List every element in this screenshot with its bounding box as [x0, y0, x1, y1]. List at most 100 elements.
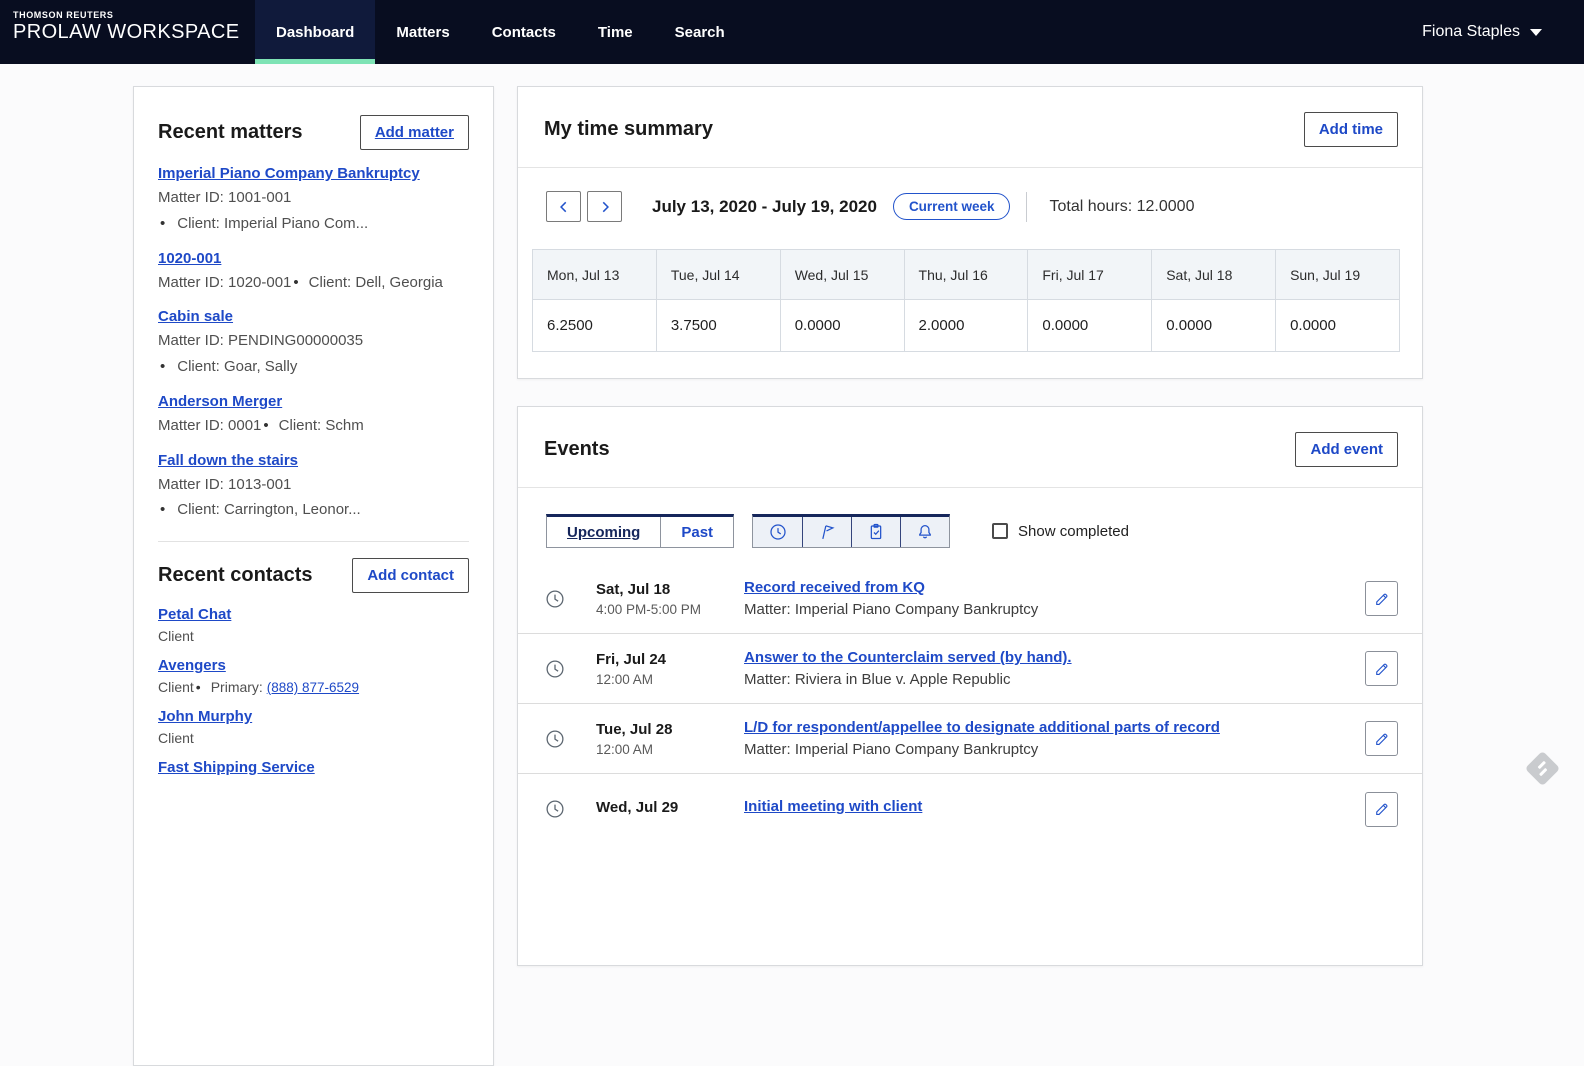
brand-logo: THOMSON REUTERS PROLAW WORKSPACE [0, 0, 243, 64]
contact-list-item: Petal Chat Client [158, 606, 469, 644]
sidebar: Recent matters Add matter Imperial Piano… [133, 86, 494, 1066]
filter-flagged-button[interactable] [802, 517, 851, 547]
time-day-hours: 0.0000 [1276, 300, 1400, 352]
contact-name-link[interactable]: John Murphy [158, 708, 252, 725]
user-name: Fiona Staples [1422, 23, 1520, 41]
contact-meta: ClientPrimary: (888) 877-6529 [158, 679, 469, 695]
current-week-badge: Current week [893, 193, 1011, 220]
time-day-header: Fri, Jul 17 [1028, 250, 1152, 300]
clipboard-check-icon [866, 522, 886, 542]
event-title-link[interactable]: Record received from KQ [744, 579, 925, 596]
brand-prolaw-workspace: PROLAW WORKSPACE [13, 21, 243, 44]
chevron-right-icon [598, 200, 612, 214]
recent-contacts-title: Recent contacts [158, 564, 313, 587]
contact-list-item: John Murphy Client [158, 708, 469, 746]
user-menu[interactable]: Fiona Staples [1422, 0, 1584, 64]
events-title: Events [544, 438, 610, 461]
time-day-header: Tue, Jul 14 [656, 250, 780, 300]
contact-name-link[interactable]: Avengers [158, 657, 226, 674]
event-datetime: Sat, Jul 18 4:00 PM-5:00 PM [596, 581, 744, 617]
matter-client: Client: Goar, Sally [158, 356, 469, 378]
add-contact-button[interactable]: Add contact [352, 558, 469, 593]
matter-meta: Matter ID: 1013-001 [158, 474, 469, 496]
event-title-link[interactable]: Answer to the Counterclaim served (by ha… [744, 649, 1072, 666]
nav-tab-contacts[interactable]: Contacts [471, 0, 577, 64]
phone-link[interactable]: (888) 877-6529 [267, 680, 359, 695]
filter-appointments-button[interactable] [753, 517, 802, 547]
pencil-icon [1373, 730, 1391, 748]
event-date: Tue, Jul 28 [596, 721, 744, 738]
pencil-icon [1373, 590, 1391, 608]
tab-past[interactable]: Past [660, 517, 733, 547]
time-day-hours: 2.0000 [904, 300, 1028, 352]
events-list: Sat, Jul 18 4:00 PM-5:00 PM Record recei… [518, 564, 1422, 844]
nav-tabs: DashboardMattersContactsTimeSearch [255, 0, 746, 64]
matter-list-item: Imperial Piano Company Bankruptcy Matter… [158, 165, 469, 235]
edit-event-button[interactable] [1365, 792, 1398, 827]
matter-client: Client: Carrington, Leonor... [158, 499, 469, 521]
event-datetime: Wed, Jul 29 [596, 799, 744, 820]
event-row: Fri, Jul 24 12:00 AM Answer to the Count… [518, 634, 1422, 704]
event-matter: Matter: Imperial Piano Company Bankruptc… [744, 741, 1342, 758]
nav-tab-matters[interactable]: Matters [375, 0, 470, 64]
matter-name-link[interactable]: 1020-001 [158, 250, 221, 267]
add-matter-button[interactable]: Add matter [360, 115, 469, 150]
event-time: 12:00 AM [596, 742, 744, 757]
contact-name-link[interactable]: Petal Chat [158, 606, 231, 623]
sidebar-divider [158, 541, 469, 542]
top-navigation: THOMSON REUTERS PROLAW WORKSPACE Dashboa… [0, 0, 1584, 64]
time-day-hours: 3.7500 [656, 300, 780, 352]
event-datetime: Tue, Jul 28 12:00 AM [596, 721, 744, 757]
matter-name-link[interactable]: Imperial Piano Company Bankruptcy [158, 165, 420, 182]
event-time: 12:00 AM [596, 672, 744, 687]
event-date: Fri, Jul 24 [596, 651, 744, 668]
feedback-widget[interactable] [1525, 751, 1560, 786]
matter-name-link[interactable]: Fall down the stairs [158, 452, 298, 469]
time-day-header: Thu, Jul 16 [904, 250, 1028, 300]
contact-meta: Client [158, 730, 469, 746]
flag-icon [817, 522, 837, 542]
event-matter: Matter: Riviera in Blue v. Apple Republi… [744, 671, 1342, 688]
matter-name-link[interactable]: Cabin sale [158, 308, 233, 325]
matter-meta: Matter ID: 0001Client: Schm [158, 415, 469, 437]
filter-reminders-button[interactable] [900, 517, 949, 547]
event-time: 4:00 PM-5:00 PM [596, 602, 744, 617]
brand-thomson-reuters: THOMSON REUTERS [13, 10, 243, 20]
time-day-hours: 0.0000 [1152, 300, 1276, 352]
time-day-header: Sat, Jul 18 [1152, 250, 1276, 300]
tab-upcoming[interactable]: Upcoming [547, 517, 660, 547]
nav-tab-search[interactable]: Search [654, 0, 746, 64]
add-time-button[interactable]: Add time [1304, 112, 1398, 147]
event-title-link[interactable]: Initial meeting with client [744, 798, 922, 815]
edit-event-button[interactable] [1365, 721, 1398, 756]
clock-icon [768, 522, 788, 542]
time-summary-card: My time summary Add time July 13, 2020 -… [517, 86, 1423, 379]
edit-event-button[interactable] [1365, 581, 1398, 616]
events-tab-group: Upcoming Past [546, 514, 734, 548]
matter-name-link[interactable]: Anderson Merger [158, 393, 282, 410]
bell-icon [915, 522, 935, 542]
show-completed-toggle[interactable]: Show completed [992, 523, 1129, 540]
matter-list-item: 1020-001 Matter ID: 1020-001Client: Dell… [158, 250, 469, 294]
recent-contacts-list: Petal Chat Client Avengers ClientPrimary… [158, 606, 469, 777]
filter-tasks-button[interactable] [851, 517, 900, 547]
event-type-filter-group [752, 514, 950, 548]
clock-icon [544, 658, 566, 680]
edit-event-button[interactable] [1365, 651, 1398, 686]
nav-tab-time[interactable]: Time [577, 0, 654, 64]
contact-name-link[interactable]: Fast Shipping Service [158, 759, 315, 776]
event-details: L/D for respondent/appellee to designate… [744, 719, 1342, 758]
nav-tab-dashboard[interactable]: Dashboard [255, 0, 375, 64]
event-title-link[interactable]: L/D for respondent/appellee to designate… [744, 719, 1220, 736]
previous-week-button[interactable] [546, 191, 581, 222]
event-matter: Matter: Imperial Piano Company Bankruptc… [744, 601, 1342, 618]
chevron-down-icon [1530, 29, 1542, 36]
show-completed-checkbox[interactable] [992, 523, 1008, 539]
add-event-button[interactable]: Add event [1295, 432, 1398, 467]
matter-meta: Matter ID: 1020-001Client: Dell, Georgia [158, 272, 469, 294]
event-row: Wed, Jul 29 Initial meeting with client [518, 774, 1422, 844]
recent-matters-list: Imperial Piano Company Bankruptcy Matter… [158, 165, 469, 521]
time-day-header: Sun, Jul 19 [1276, 250, 1400, 300]
week-date-range: July 13, 2020 - July 19, 2020 [652, 197, 877, 217]
next-week-button[interactable] [587, 191, 622, 222]
